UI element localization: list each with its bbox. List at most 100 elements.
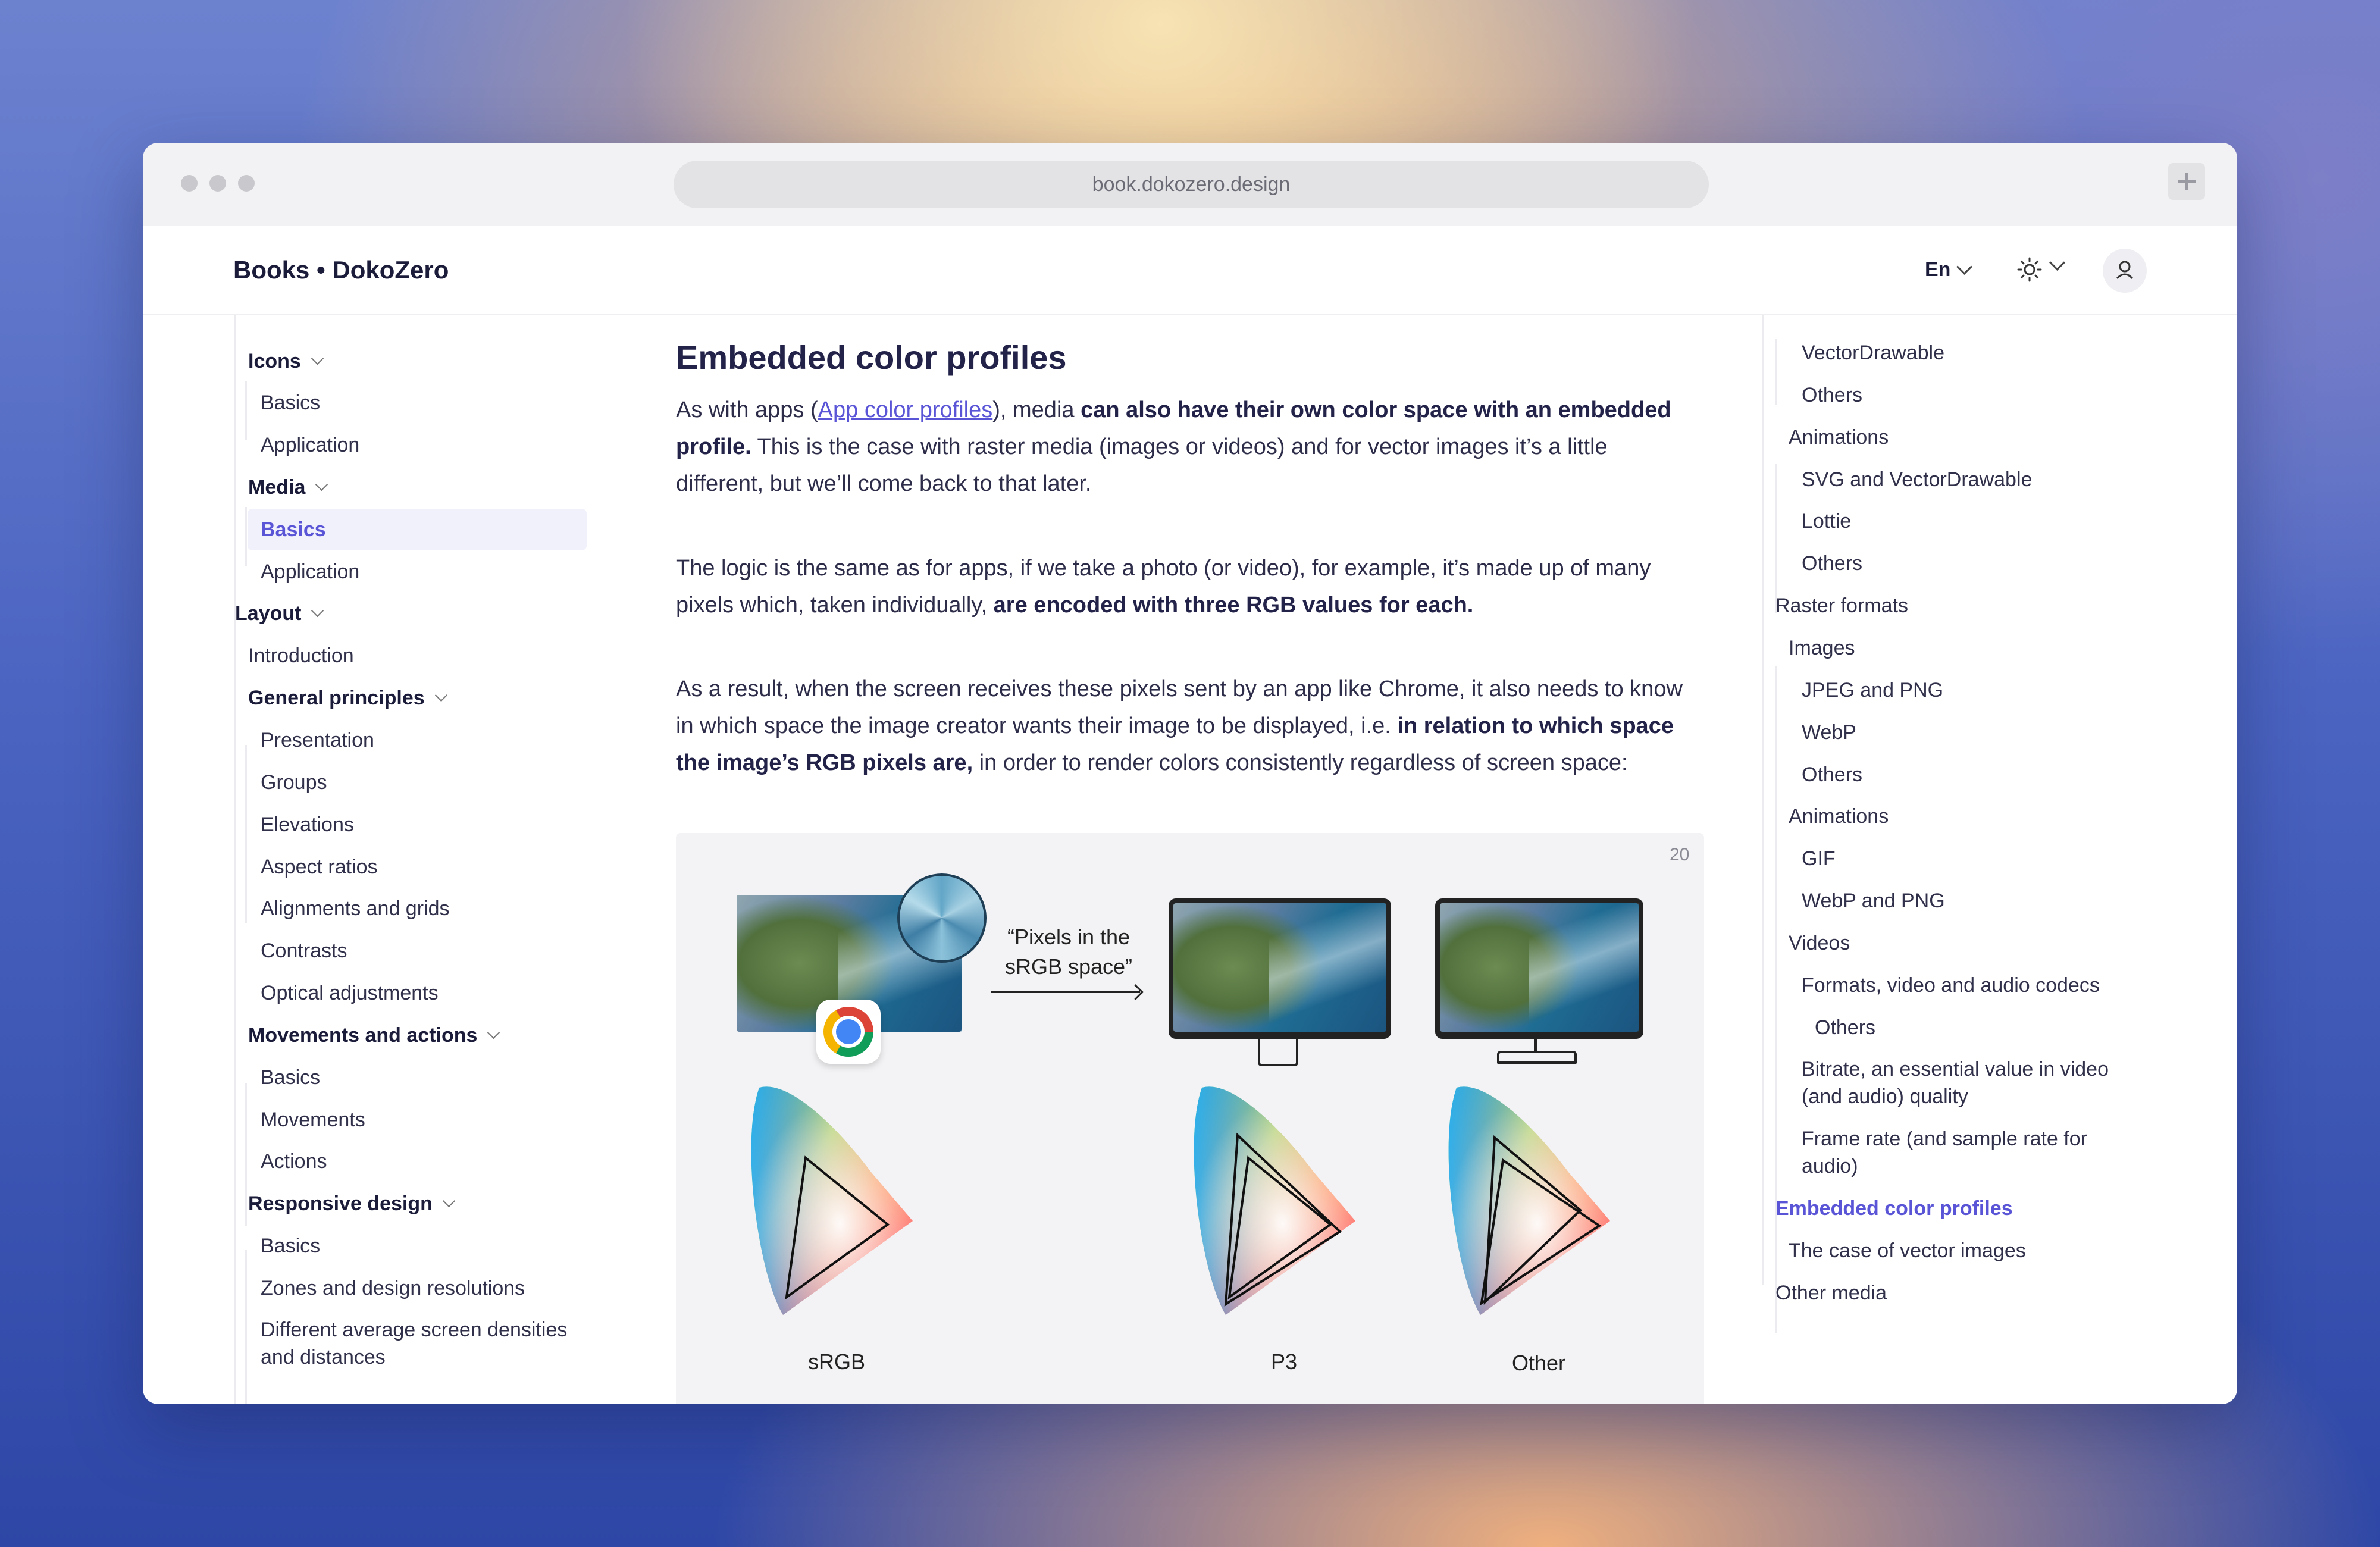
other-monitor (1435, 898, 1643, 1039)
nav-item-media-basics[interactable]: Basics (248, 509, 587, 550)
toc-item[interactable]: GIF (1802, 845, 1836, 872)
toc-subgroup-line (1775, 339, 1777, 405)
address-bar[interactable]: book.dokozero.design (674, 161, 1709, 208)
text: in order to render colors consistently r… (973, 750, 1628, 775)
nav-item-optical-adjustments[interactable]: Optical adjustments (261, 982, 439, 1005)
toc-item[interactable]: audio) (1802, 1153, 1858, 1180)
chrome-app-icon (816, 1000, 881, 1064)
nav-section-layout[interactable]: Layout (235, 602, 324, 625)
chevron-down-icon (1956, 259, 1973, 275)
nav-item-elevations[interactable]: Elevations (261, 813, 354, 837)
p3-monitor-stand (1258, 1039, 1298, 1066)
paragraph-2: The logic is the same as for apps, if we… (676, 550, 1699, 624)
nav-item-screen-densities-cont[interactable]: and distances (261, 1346, 386, 1369)
text: As with apps ( (676, 397, 818, 422)
nav-item-presentation[interactable]: Presentation (261, 729, 374, 752)
nav-item-movements[interactable]: Movements (261, 1108, 365, 1132)
text: This is the case with raster media (imag… (676, 434, 1608, 496)
paragraph-3: As a result, when the screen receives th… (676, 671, 1699, 781)
language-label: En (1925, 258, 1951, 281)
chrome-logo (823, 1007, 873, 1057)
toc-item[interactable]: Frame rate (and sample rate for (1802, 1125, 2087, 1153)
toc-item[interactable]: Others (1802, 550, 1862, 577)
toc-item[interactable]: Animations (1789, 424, 1889, 451)
nav-item-movements-basics[interactable]: Basics (261, 1066, 320, 1089)
zoom-window-button[interactable] (238, 175, 255, 192)
nav-subgroup-line (245, 1083, 247, 1226)
caption-line: sRGB space” (1004, 954, 1133, 979)
color-profile-figure: 20 “Pixels in the sRGB space” sRGB P3 Ot… (676, 833, 1704, 1404)
nav-item-media-application[interactable]: Application (261, 560, 359, 584)
nav-item-screen-densities[interactable]: Different average screen densities (261, 1319, 567, 1342)
nav-subgroup-line (245, 507, 247, 566)
minimize-window-button[interactable] (209, 175, 226, 192)
nav-label: General principles (248, 687, 425, 709)
toc-item[interactable]: Formats, video and audio codecs (1802, 972, 2100, 999)
sun-icon (2017, 257, 2042, 282)
user-icon (2116, 261, 2134, 280)
figure-number: 20 (1670, 845, 1690, 865)
text: ), media (992, 397, 1081, 422)
nav-item-introduction[interactable]: Introduction (248, 644, 354, 668)
nav-subgroup-line (245, 745, 247, 923)
site-header: Books • DokoZero En (143, 226, 2237, 315)
toc-item[interactable]: Lottie (1802, 508, 1851, 535)
nav-label: Media (248, 476, 306, 499)
nav-item-icons-basics[interactable]: Basics (261, 392, 320, 415)
toc-item[interactable]: JPEG and PNG (1802, 677, 1943, 704)
nav-subgroup-line (245, 1250, 247, 1404)
toc-item[interactable]: WebP (1802, 719, 1856, 746)
new-tab-button[interactable] (2168, 163, 2205, 200)
chevron-down-icon (434, 688, 447, 702)
toc-item[interactable]: Others (1815, 1014, 1875, 1041)
language-selector[interactable]: En (1925, 258, 1973, 281)
nav-item-aspect-ratios[interactable]: Aspect ratios (261, 856, 378, 879)
p3-label: P3 (1270, 1349, 1298, 1374)
nav-section-general-principles[interactable]: General principles (248, 687, 447, 710)
nav-section-icons[interactable]: Icons (248, 350, 324, 373)
browser-window: book.dokozero.design Books • DokoZero En (143, 143, 2237, 1404)
site-brand[interactable]: Books • DokoZero (233, 256, 449, 284)
nav-item-contrasts[interactable]: Contrasts (261, 940, 347, 963)
srgb-gamut-diagram (751, 1086, 913, 1315)
toc-item[interactable]: VectorDrawable (1802, 339, 1944, 367)
nav-item-icons-application[interactable]: Application (261, 434, 359, 457)
toc-item[interactable]: Animations (1789, 803, 1889, 830)
theme-selector[interactable] (2016, 255, 2065, 283)
nav-guide-line (234, 315, 236, 1404)
toc-item[interactable]: Images (1789, 634, 1855, 662)
nav-item-alignments-grids[interactable]: Alignments and grids (261, 897, 450, 920)
nav-label: Icons (248, 350, 301, 372)
other-gamut-diagram (1448, 1086, 1610, 1315)
toc-item[interactable]: Others (1802, 381, 1862, 409)
app-color-profiles-link[interactable]: App color profiles (818, 397, 993, 422)
nav-label: Responsive design (248, 1192, 433, 1215)
toc-item[interactable]: Others (1802, 761, 1862, 788)
p3-screen-photo (1173, 903, 1386, 1032)
nav-item-groups[interactable]: Groups (261, 771, 327, 794)
toc-item[interactable]: The case of vector images (1789, 1237, 2026, 1264)
user-avatar-button[interactable] (2103, 249, 2147, 293)
photo-surf (1529, 903, 1639, 1032)
nav-subgroup-line (245, 381, 247, 440)
close-window-button[interactable] (181, 175, 198, 192)
toc-item[interactable]: (and audio) quality (1802, 1083, 1968, 1110)
nav-item-actions[interactable]: Actions (261, 1150, 327, 1173)
toc-item[interactable]: WebP and PNG (1802, 887, 1945, 915)
toc-item[interactable]: Other media (1775, 1279, 1887, 1307)
title-bar: book.dokozero.design (143, 143, 2237, 226)
paragraph-1: As with apps (App color profiles), media… (676, 392, 1699, 502)
nav-section-movements-actions[interactable]: Movements and actions (248, 1024, 500, 1047)
toc-item[interactable]: Videos (1789, 929, 1850, 957)
other-monitor-base (1497, 1051, 1577, 1064)
nav-item-zones-resolutions[interactable]: Zones and design resolutions (261, 1277, 525, 1300)
chevron-down-icon (315, 478, 328, 491)
toc-item[interactable]: Bitrate, an essential value in video (1802, 1056, 2109, 1083)
nav-section-media[interactable]: Media (248, 476, 328, 499)
toc-item-active[interactable]: Embedded color profiles (1775, 1195, 2013, 1222)
article-title: Embedded color profiles (676, 339, 1067, 376)
toc-item[interactable]: Raster formats (1775, 592, 1908, 619)
nav-item-responsive-basics[interactable]: Basics (261, 1235, 320, 1258)
toc-item[interactable]: SVG and VectorDrawable (1802, 466, 2032, 493)
nav-section-responsive-design[interactable]: Responsive design (248, 1192, 455, 1216)
